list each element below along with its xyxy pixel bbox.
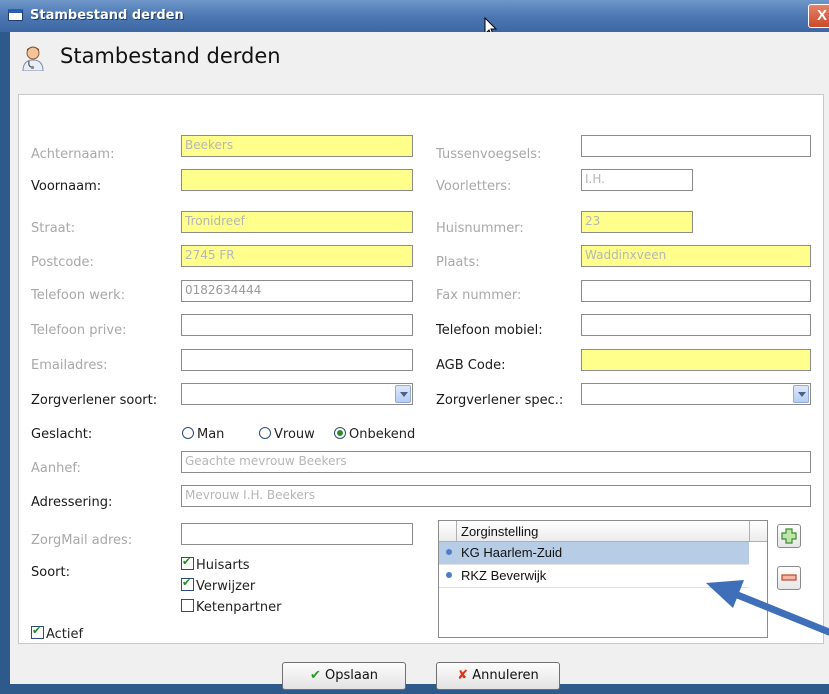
fax-label: Fax nummer: [436, 288, 522, 303]
zorgverlener-soort-label: Zorgverlener soort: [31, 393, 158, 408]
postcode-field[interactable]: 2745 FR [181, 245, 413, 267]
cancel-x-icon: ✘ [457, 668, 469, 683]
page-title: Stambestand derden [60, 44, 281, 68]
plaats-label: Plaats: [436, 255, 480, 270]
check-icon: ✔ [309, 668, 321, 683]
title-bar[interactable]: Stambestand derden X [0, 0, 829, 38]
fax-field[interactable] [581, 280, 811, 302]
aanhef-field[interactable]: Geachte mevrouw Beekers [181, 451, 811, 473]
radio-unchecked-icon [259, 427, 271, 439]
cancel-label: Annuleren [472, 668, 539, 683]
zorgverlener-spec-label: Zorgverlener spec.: [436, 393, 564, 408]
telefoon-werk-field[interactable]: 0182634444 [181, 280, 413, 302]
cancel-button[interactable]: ✘ Annuleren [436, 662, 560, 690]
voorletters-field[interactable]: I.H. [581, 169, 693, 191]
telefoon-mobiel-label: Telefoon mobiel: [436, 323, 543, 338]
voornaam-field[interactable] [181, 169, 413, 191]
chevron-down-icon[interactable] [793, 385, 809, 403]
grid-corner [439, 521, 457, 541]
row-bullet-icon [446, 549, 452, 555]
ketenpartner-label: Ketenpartner [196, 600, 282, 615]
huisnummer-field[interactable]: 23 [581, 211, 693, 233]
save-button[interactable]: ✔ Opslaan [282, 662, 406, 690]
dialog-header: Stambestand derden [10, 32, 829, 88]
grid-column-header[interactable]: Zorginstelling [461, 524, 538, 539]
email-label: Emailadres: [31, 358, 108, 373]
checkbox-checked-icon [181, 576, 194, 591]
voornaam-label: Voornaam: [31, 179, 102, 194]
radio-checked-icon [334, 427, 346, 439]
zorginstelling-grid[interactable]: Zorginstelling KG Haarlem-Zuid RKZ Bever… [438, 520, 768, 638]
radio-onbekend-label: Onbekend [349, 427, 416, 442]
save-label: Opslaan [325, 668, 379, 683]
email-field[interactable] [181, 349, 413, 371]
voorletters-label: Voorletters: [436, 179, 512, 194]
tussenvoegsels-label: Tussenvoegsels: [436, 147, 542, 162]
row-label: KG Haarlem-Zuid [461, 545, 563, 560]
aanhef-label: Aanhef: [31, 461, 81, 476]
checkbox-huisarts[interactable]: Huisarts [181, 555, 250, 573]
grid-column-divider [749, 521, 750, 541]
verwijzer-label: Verwijzer [196, 579, 256, 594]
zorgverlener-soort-select[interactable] [181, 383, 413, 405]
checkbox-actief[interactable]: Actief [31, 624, 84, 642]
telefoon-prive-label: Telefoon prive: [31, 323, 127, 338]
soort-label: Soort: [31, 565, 70, 580]
table-row[interactable]: RKZ Beverwijk [439, 565, 749, 588]
radio-unchecked-icon [182, 427, 194, 439]
remove-button[interactable] [777, 566, 801, 590]
geslacht-label: Geslacht: [31, 427, 93, 442]
adressering-label: Adressering: [31, 495, 113, 510]
telefoon-prive-field[interactable] [181, 314, 413, 336]
window-title: Stambestand derden [30, 8, 184, 23]
radio-man-label: Man [197, 427, 225, 442]
radio-man[interactable]: Man [182, 427, 224, 442]
zorgverlener-spec-select[interactable] [581, 383, 811, 405]
checkbox-checked-icon [31, 624, 44, 639]
tussenvoegsels-field[interactable] [581, 135, 811, 157]
actief-label: Actief [46, 627, 84, 642]
plaats-field[interactable]: Waddinxveen [581, 245, 811, 267]
zorgmail-label: ZorgMail adres: [31, 533, 133, 548]
checkbox-unchecked-icon [181, 599, 194, 612]
radio-vrouw-label: Vrouw [274, 427, 315, 442]
agb-label: AGB Code: [436, 358, 506, 373]
chevron-down-icon[interactable] [395, 385, 411, 403]
table-row[interactable]: KG Haarlem-Zuid [439, 542, 749, 565]
straat-label: Straat: [31, 221, 76, 236]
window-icon [8, 9, 23, 21]
row-bullet-icon [446, 572, 452, 578]
add-button[interactable] [777, 524, 801, 548]
straat-field[interactable]: Tronidreef [181, 211, 413, 233]
zorgmail-field[interactable] [181, 523, 413, 545]
row-label: RKZ Beverwijk [461, 568, 547, 583]
postcode-label: Postcode: [31, 255, 94, 270]
radio-onbekend[interactable]: Onbekend [334, 427, 415, 442]
checkbox-ketenpartner[interactable]: Ketenpartner [181, 599, 281, 615]
dialog-window: Stambestand derden Achternaam: Beekers T… [10, 32, 829, 690]
adressering-field[interactable]: Mevrouw I.H. Beekers [181, 485, 811, 507]
checkbox-verwijzer[interactable]: Verwijzer [181, 576, 256, 594]
telefoon-mobiel-field[interactable] [581, 314, 811, 336]
grid-header: Zorginstelling [439, 521, 767, 542]
radio-vrouw[interactable]: Vrouw [259, 427, 315, 442]
huisarts-label: Huisarts [196, 558, 250, 573]
plus-icon [781, 528, 797, 544]
agb-field[interactable] [581, 349, 811, 371]
doctor-icon [22, 46, 44, 71]
huisnummer-label: Huisnummer: [436, 221, 524, 236]
achternaam-label: Achternaam: [31, 147, 115, 162]
close-button[interactable]: X [808, 4, 829, 28]
telefoon-werk-label: Telefoon werk: [31, 288, 126, 303]
achternaam-field[interactable]: Beekers [181, 135, 413, 157]
checkbox-checked-icon [181, 555, 194, 570]
minus-icon [781, 574, 797, 581]
